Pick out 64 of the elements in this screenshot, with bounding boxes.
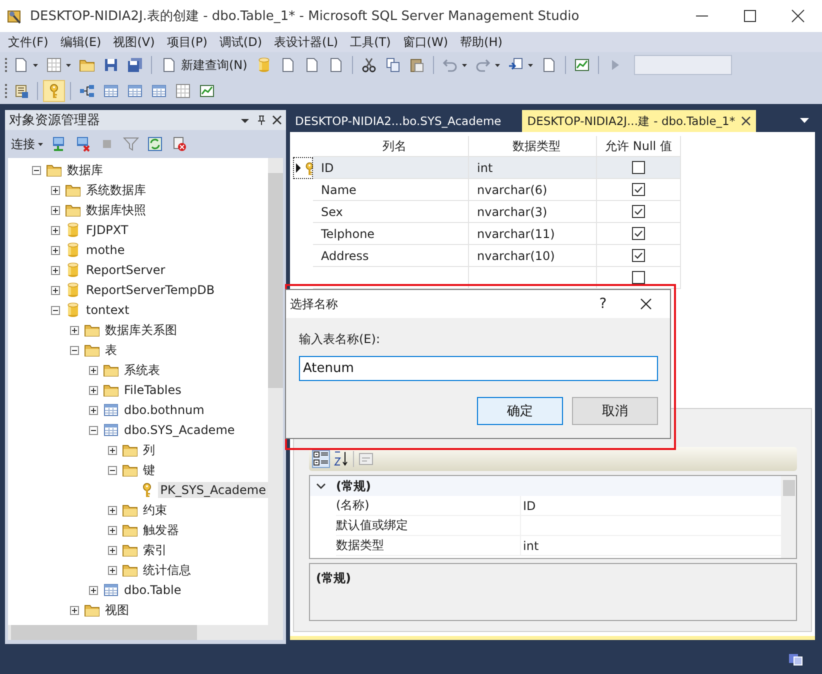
- help-button[interactable]: ?: [588, 296, 618, 312]
- property-name: (名称): [336, 497, 370, 514]
- menu-item[interactable]: 项目(P): [160, 34, 214, 50]
- table-cell: nvarchar(6): [469, 179, 597, 201]
- field-label: 输入表名称(E):: [299, 331, 381, 348]
- table-cell: Telphone: [313, 223, 469, 245]
- tree-item[interactable]: 系统表: [122, 360, 162, 380]
- tree-item[interactable]: 约束: [141, 500, 169, 520]
- tree-item[interactable]: FJDPXT: [84, 222, 130, 238]
- menu-item[interactable]: 编辑(E): [54, 34, 108, 50]
- tree-item[interactable]: 数据库: [65, 160, 105, 180]
- tree-item[interactable]: ReportServerTempDB: [84, 282, 217, 298]
- document-tab[interactable]: DESKTOP-NIDIA2J...建 - dbo.Table_1*: [522, 110, 756, 132]
- tree-item[interactable]: tontext: [84, 302, 132, 318]
- dialog-button[interactable]: 取消: [572, 397, 658, 425]
- description-title: (常规): [316, 571, 351, 585]
- table-cell: Sex: [313, 201, 469, 223]
- menu-item[interactable]: 窗口(W): [396, 34, 454, 50]
- tree-item[interactable]: dbo.bothnum: [122, 402, 206, 418]
- table-cell: nvarchar(3): [469, 201, 597, 223]
- property-name: 默认值或绑定: [336, 517, 409, 534]
- input-field[interactable]: Atenum: [299, 356, 658, 381]
- table-cell: Address: [313, 245, 469, 267]
- tree-item[interactable]: 触发器: [141, 520, 181, 540]
- dialog-button[interactable]: 确定: [477, 397, 563, 425]
- tree-item[interactable]: 列: [141, 440, 157, 460]
- menu-item[interactable]: 工具(T): [344, 34, 397, 50]
- property-value: int: [523, 538, 539, 552]
- table-cell: ID: [313, 157, 469, 179]
- tree-item[interactable]: 视图: [103, 600, 131, 620]
- table-cell: int: [469, 157, 597, 179]
- tree-item[interactable]: 数据库快照: [84, 200, 148, 220]
- tree-item[interactable]: 键: [141, 460, 157, 480]
- column-header[interactable]: 允许 Null 值: [597, 136, 681, 157]
- table-cell: nvarchar(10): [469, 245, 597, 267]
- menu-item[interactable]: 调试(D): [213, 34, 268, 50]
- menu-item[interactable]: 表设计器(L): [268, 34, 344, 50]
- tree-item[interactable]: FileTables: [122, 382, 184, 398]
- window-title: DESKTOP-NIDIA2J.表的创建 - dbo.Table_1* - Microsoft SQL Server Management Studio: [30, 8, 580, 25]
- panel-title: 对象资源管理器: [9, 112, 101, 129]
- tree-item[interactable]: mothe: [84, 242, 127, 258]
- connect-button[interactable]: 连接: [11, 136, 43, 152]
- tree-item[interactable]: 系统数据库: [84, 180, 148, 200]
- property-category: (常规): [336, 478, 371, 494]
- column-header[interactable]: 数据类型: [469, 136, 597, 157]
- tree-item[interactable]: ReportServer: [84, 262, 168, 278]
- menu-item[interactable]: 视图(V): [107, 34, 161, 50]
- table-cell: nvarchar(11): [469, 223, 597, 245]
- dialog-title: 选择名称: [290, 296, 339, 312]
- table-cell: Name: [313, 179, 469, 201]
- tree-item[interactable]: dbo.SYS_Academe: [122, 422, 237, 438]
- menu-item[interactable]: 文件(F): [2, 34, 54, 50]
- property-name: 数据类型: [336, 537, 385, 554]
- tree-item[interactable]: 数据库关系图: [103, 320, 179, 340]
- tree-item[interactable]: dbo.Table: [122, 582, 184, 598]
- menu-item[interactable]: 帮助(H): [454, 34, 508, 50]
- tree-item[interactable]: 索引: [141, 540, 169, 560]
- new-query-button[interactable]: 新建查询(N): [157, 54, 252, 76]
- column-header[interactable]: 列名: [313, 136, 469, 157]
- property-value: ID: [523, 498, 536, 512]
- tree-item[interactable]: 表: [103, 340, 119, 360]
- document-tab[interactable]: DESKTOP-NIDIA2...bo.SYS_Academe: [290, 110, 506, 132]
- tree-item[interactable]: 统计信息: [141, 560, 193, 580]
- tree-item[interactable]: PK_SYS_Academe: [158, 482, 268, 498]
